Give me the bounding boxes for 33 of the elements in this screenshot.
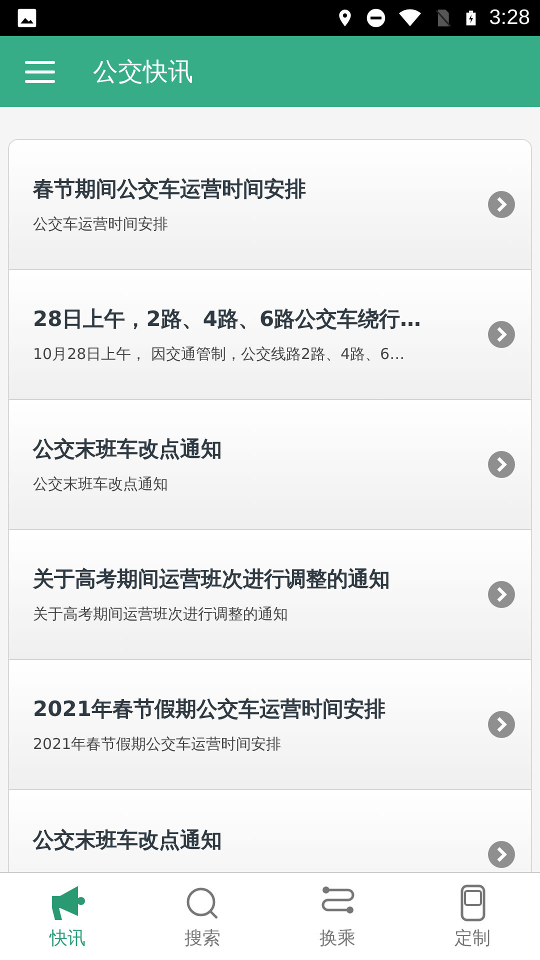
do-not-disturb-icon (365, 7, 388, 29)
news-summary: 公交车运营时间安排 (33, 215, 169, 234)
chevron-right-icon (488, 191, 515, 218)
news-summary: 2021年春节假期公交车运营时间安排 (33, 735, 282, 754)
nav-label: 定制 (454, 926, 490, 950)
chevron-right-icon (488, 841, 515, 868)
news-summary: 关于高考期间运营班次进行调整的通知 (33, 605, 289, 624)
news-title: 28日上午，2路、4路、6路公交车绕行… (33, 306, 422, 333)
news-item[interactable]: 春节期间公交车运营时间安排 公交车运营时间安排 (9, 140, 531, 270)
menu-icon[interactable] (25, 60, 55, 82)
no-sim-icon (433, 7, 454, 29)
nav-tab[interactable]: 搜索 (135, 873, 270, 960)
nav-tab[interactable]: 定制 (405, 873, 540, 960)
nav-label: 换乘 (320, 926, 356, 950)
nav-label: 快讯 (50, 926, 86, 950)
news-title: 春节期间公交车运营时间安排 (33, 176, 307, 203)
nav-tab[interactable]: 快讯 (0, 873, 135, 960)
wifi-icon (397, 7, 424, 29)
image-icon (16, 7, 38, 29)
nav-label: 搜索 (184, 926, 220, 950)
news-title: 2021年春节假期公交车运营时间安排 (33, 696, 386, 723)
chevron-right-icon (488, 711, 515, 738)
news-title: 公交末班车改点通知 (33, 826, 223, 854)
nav-tab[interactable]: 换乘 (270, 873, 405, 960)
chevron-right-icon (488, 321, 515, 348)
news-summary: 公交末班车改点通知 (33, 475, 169, 494)
app-title: 公交快讯 (93, 56, 193, 88)
chevron-right-icon (488, 581, 515, 608)
news-title: 关于高考期间运营班次进行调整的通知 (33, 566, 391, 593)
news-title: 公交末班车改点通知 (33, 436, 223, 463)
chevron-right-icon (488, 451, 515, 478)
status-time: 3:28 (489, 6, 530, 30)
news-summary: 10月28日上午， 因交通管制，公交线路2路、4路、6… (33, 345, 406, 364)
